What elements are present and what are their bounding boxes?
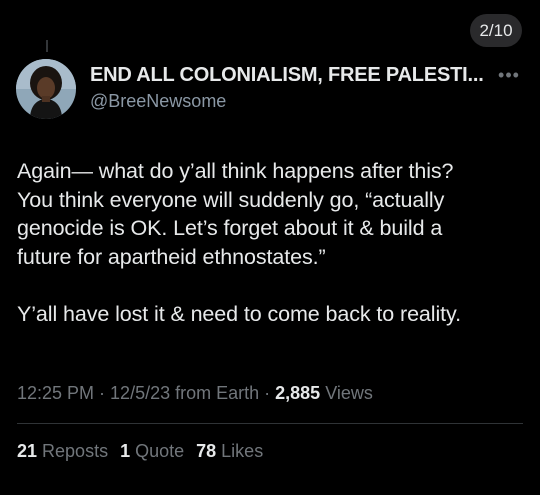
more-options-button[interactable]: ••• [497,65,521,85]
reposts-label: Reposts [37,441,109,461]
views-label: Views [320,383,373,403]
meta-separator: · [259,383,276,403]
thread-position-badge: 2/10 [470,14,522,47]
tweet-line: future for apartheid ethnostates.” [17,244,326,269]
meta-separator: · [94,383,111,403]
divider [17,423,523,424]
likes-stat[interactable]: 78 Likes [196,441,263,462]
tweet-line: genocide is OK. Let’s forget about it & … [17,216,443,240]
avatar[interactable] [16,59,76,119]
tweet-date[interactable]: 12/5/23 from Earth [110,383,259,403]
tweet-metadata: 12:25 PM · 12/5/23 from Earth · 2,885 Vi… [17,383,373,404]
quotes-stat[interactable]: 1 Quote [120,441,184,462]
author-display-name[interactable]: END ALL COLONIALISM, FREE PALESTI... [90,64,484,87]
profile-photo-icon [16,59,76,119]
reposts-count: 21 [17,441,38,461]
likes-label: Likes [216,441,264,461]
more-horizontal-icon: ••• [498,65,520,85]
tweet-time[interactable]: 12:25 PM [17,383,94,403]
likes-count: 78 [196,441,217,461]
quotes-count: 1 [120,441,131,461]
quotes-label: Quote [130,441,185,461]
thread-connector-line [46,40,48,52]
author-handle[interactable]: @BreeNewsome [90,91,226,112]
views-count: 2,885 [275,383,321,403]
engagement-stats: 21 Reposts 1 Quote 78 Likes [17,441,263,462]
tweet-line: You think everyone will suddenly go, “ac… [17,187,445,212]
tweet-line: Again— what do y’all think happens after… [17,159,454,183]
tweet-body: Again— what do y’all think happens after… [17,157,527,328]
tweet-line: Y’all have lost it & need to come back t… [17,301,461,326]
reposts-stat[interactable]: 21 Reposts [17,441,108,462]
